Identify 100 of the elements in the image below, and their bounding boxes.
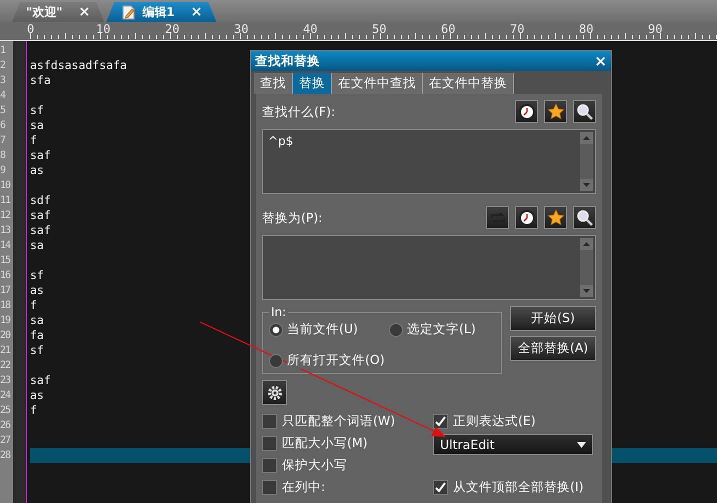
swap-button[interactable] (486, 206, 509, 229)
line-number: 11 (0, 195, 12, 206)
search-button[interactable] (573, 206, 596, 229)
radio-button[interactable] (269, 354, 283, 368)
ruler-number: 50 (372, 22, 388, 36)
action-button[interactable]: 开始(S) (510, 306, 596, 331)
settings-button[interactable] (262, 380, 287, 405)
line-number: 16 (0, 270, 12, 281)
code-line: as (30, 283, 44, 298)
code-line: sdf (30, 193, 51, 208)
line-number: 28 (0, 450, 12, 461)
checkbox-label: 匹配大小写(M) (282, 434, 368, 452)
ruler-number: 30 (234, 22, 250, 36)
group-legend: In: (269, 305, 288, 319)
checkbox[interactable] (262, 480, 277, 494)
history-button[interactable] (515, 206, 538, 229)
code-line: saf (30, 208, 51, 223)
clock-icon (518, 102, 536, 120)
code-line: saf (30, 373, 51, 388)
history-button[interactable] (515, 100, 538, 123)
find-label: 查找什么(F): (262, 104, 336, 121)
line-number: 15 (0, 255, 12, 266)
checkbox-label: 保护大小写 (282, 456, 347, 474)
ruler-number: 90 (648, 22, 664, 36)
line-number: 1 (0, 45, 6, 56)
checkbox-label: 从文件顶部全部替换(I) (453, 478, 584, 496)
checkbox[interactable] (262, 458, 277, 472)
radio-label: 当前文件(U) (287, 321, 358, 338)
line-number: 6 (0, 120, 6, 131)
close-button[interactable]: × (594, 52, 607, 70)
checkbox[interactable] (433, 480, 448, 494)
line-number: 22 (0, 360, 12, 371)
line-number: 13 (0, 225, 12, 236)
tab-label: "欢迎" (26, 4, 63, 20)
ruler-number: 0 (27, 22, 36, 36)
checkbox[interactable] (262, 436, 277, 450)
line-number: 12 (0, 210, 12, 221)
regex-engine-dropdown[interactable]: UltraEdit (433, 434, 593, 455)
action-button[interactable]: 全部替换(A) (510, 336, 596, 361)
replace-field[interactable] (262, 235, 596, 300)
code-line: sa (30, 118, 44, 133)
file-tab[interactable]: "欢迎" × (12, 2, 104, 22)
search-button[interactable] (573, 100, 596, 123)
line-number: 10 (0, 180, 12, 191)
line-number: 9 (0, 165, 6, 176)
line-number: 14 (0, 240, 12, 251)
line-number: 26 (0, 420, 12, 431)
line-number: 19 (0, 315, 12, 326)
line-number: 24 (0, 390, 12, 401)
line-number: 3 (0, 75, 6, 86)
close-tab-button[interactable]: × (190, 4, 202, 20)
checkbox-label: 在列中: (282, 478, 326, 496)
file-tab[interactable]: 编辑1 × (106, 2, 216, 22)
code-line: sf (30, 103, 44, 118)
favorites-button[interactable] (544, 206, 567, 229)
checkmark-icon (434, 414, 447, 428)
radio-label: 选定文字(L) (407, 321, 476, 338)
ruler-number: 60 (441, 22, 456, 36)
line-number: 20 (0, 330, 12, 341)
code-line: f (30, 403, 37, 418)
code-line: sf (30, 268, 44, 283)
checkmark-icon (434, 480, 447, 494)
radio-button[interactable] (389, 322, 403, 336)
dialog-tab[interactable]: 查找 (254, 73, 293, 94)
checkbox-label: 正则表达式(E) (453, 412, 536, 430)
tab-label: 编辑1 (142, 4, 175, 20)
scrollbar[interactable] (580, 132, 593, 191)
star-icon (546, 208, 564, 226)
ruler-number: 20 (165, 22, 180, 36)
scrollbar[interactable] (580, 238, 593, 297)
scroll-down-icon[interactable] (580, 179, 593, 191)
radio-button[interactable] (269, 322, 283, 336)
code-line: sf (30, 343, 44, 358)
checkbox[interactable] (262, 414, 277, 428)
dialog-tab[interactable]: 替换 (293, 73, 332, 94)
ruler-number: 70 (510, 22, 526, 36)
line-number: 2 (0, 60, 6, 71)
close-tab-button[interactable]: × (78, 4, 90, 20)
dialog-tab[interactable]: 在文件中查找 (332, 73, 423, 94)
code-line: saf (30, 148, 51, 163)
scroll-up-icon[interactable] (580, 238, 593, 250)
code-line: f (30, 298, 37, 313)
ruler-number: 80 (579, 22, 594, 36)
checkbox[interactable] (433, 414, 448, 428)
code-line: asfdsasadfsafa (30, 58, 127, 73)
find-field[interactable]: ^p$ (262, 129, 596, 194)
line-number: 17 (0, 285, 12, 296)
favorites-button[interactable] (544, 100, 567, 123)
scroll-down-icon[interactable] (580, 285, 593, 297)
clock-icon (518, 208, 536, 226)
scroll-up-icon[interactable] (580, 132, 593, 144)
line-number: 27 (0, 435, 12, 446)
search-icon (576, 102, 594, 120)
dialog-tab[interactable]: 在文件中替换 (423, 73, 514, 94)
checkbox-label: 只匹配整个词语(W) (282, 412, 396, 430)
code-line: sa (30, 313, 44, 328)
line-number: 8 (0, 150, 6, 161)
line-number: 21 (0, 345, 12, 356)
code-line: as (30, 388, 44, 403)
find-value: ^p$ (268, 134, 294, 148)
